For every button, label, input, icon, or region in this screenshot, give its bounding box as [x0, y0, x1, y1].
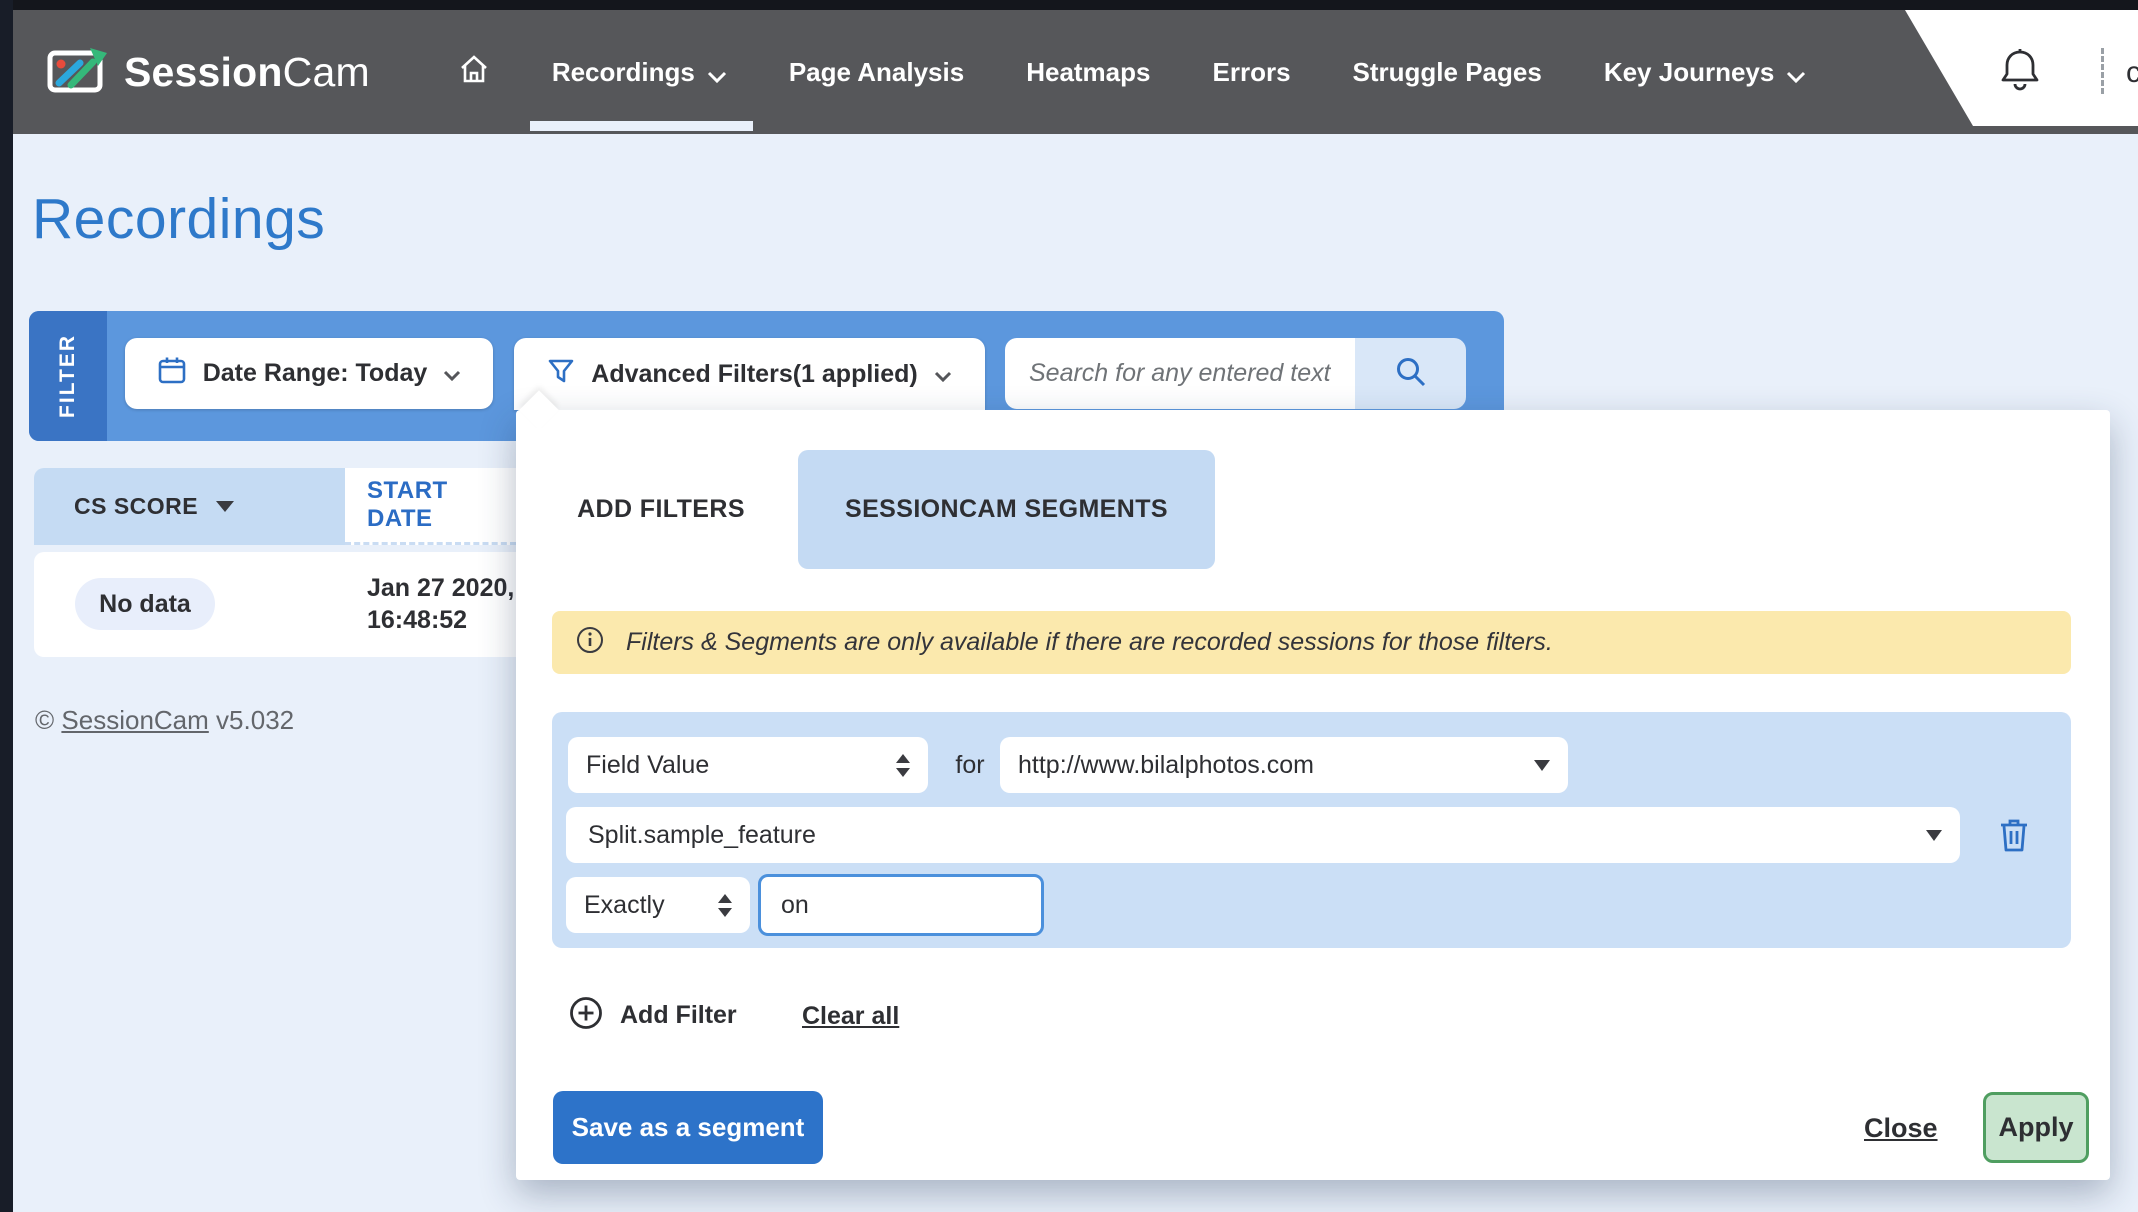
- sessioncam-logo[interactable]: SessionCam: [46, 44, 370, 101]
- field-type-select[interactable]: Field Value: [568, 737, 928, 793]
- nav-page-analysis[interactable]: Page Analysis: [789, 57, 964, 88]
- column-header-cs-score[interactable]: CS SCORE: [34, 468, 345, 545]
- delete-filter-button[interactable]: [1990, 812, 2038, 860]
- window-top-edge: [0, 0, 2138, 10]
- search-icon: [1394, 355, 1428, 392]
- clear-all-link[interactable]: Clear all: [802, 1002, 899, 1031]
- search-button[interactable]: [1355, 338, 1466, 409]
- tab-sessioncam-segments[interactable]: SESSIONCAM SEGMENTS: [798, 450, 1215, 569]
- filter-group: Field Value for http://www.bilalphotos.c…: [552, 712, 2071, 948]
- operator-select[interactable]: Exactly: [566, 877, 750, 933]
- funnel-icon: [547, 357, 575, 392]
- start-date-cell: Jan 27 2020, 16:48:52: [367, 572, 514, 636]
- home-icon: [458, 54, 490, 91]
- info-banner: Filters & Segments are only available if…: [552, 611, 2071, 674]
- add-filter-button[interactable]: Add Filter: [568, 995, 737, 1036]
- for-label: for: [948, 737, 992, 793]
- chevron-down-icon: [707, 59, 727, 90]
- column-header-start-date[interactable]: START DATE: [345, 468, 516, 545]
- sort-desc-icon: [216, 501, 234, 512]
- advanced-filters-label: Advanced Filters(1 applied): [591, 360, 917, 389]
- nav-key-journeys[interactable]: Key Journeys: [1604, 55, 1807, 90]
- app-window: SessionCam Recordings: [0, 0, 2138, 1212]
- date-range-button[interactable]: Date Range: Today: [125, 338, 493, 409]
- select-stepper-icon: [896, 754, 910, 777]
- close-link[interactable]: Close: [1864, 1113, 1938, 1144]
- dropdown-arrow-icon: [1926, 830, 1942, 841]
- field-select[interactable]: Split.sample_feature: [566, 807, 1960, 863]
- nav-recordings-label: Recordings: [552, 57, 695, 88]
- footer: © SessionCam v5.032: [35, 705, 294, 736]
- search-input[interactable]: [1005, 338, 1355, 409]
- save-segment-button[interactable]: Save as a segment: [553, 1091, 823, 1164]
- nav-struggle-pages[interactable]: Struggle Pages: [1353, 57, 1542, 88]
- nav-home[interactable]: [458, 54, 490, 91]
- cs-score-badge: No data: [75, 578, 215, 630]
- nav-errors[interactable]: Errors: [1212, 57, 1290, 88]
- sessioncam-logo-icon: [46, 44, 110, 101]
- filter-value-input[interactable]: [758, 874, 1044, 936]
- date-range-label: Date Range: Today: [203, 359, 428, 388]
- tab-add-filters[interactable]: ADD FILTERS: [541, 450, 781, 569]
- site-select[interactable]: http://www.bilalphotos.com: [1000, 737, 1568, 793]
- nav-heatmaps[interactable]: Heatmaps: [1026, 57, 1150, 88]
- calendar-icon: [157, 355, 187, 392]
- chevron-down-icon: [443, 359, 461, 388]
- table-row[interactable]: No data Jan 27 2020, 16:48:52: [34, 552, 516, 657]
- page-title: Recordings: [32, 186, 325, 252]
- top-nav: SessionCam Recordings: [0, 10, 2138, 134]
- chevron-down-icon: [1786, 59, 1806, 90]
- user-area-wedge: c: [1905, 10, 2138, 126]
- chevron-down-icon: [934, 360, 952, 389]
- brand-name: SessionCam: [124, 49, 370, 96]
- nav-active-indicator: [530, 121, 753, 131]
- footer-brand-link[interactable]: SessionCam: [61, 705, 208, 735]
- dropdown-arrow-icon: [1534, 760, 1550, 771]
- notifications-bell-icon[interactable]: [2001, 48, 2039, 97]
- window-left-edge: [0, 0, 13, 1212]
- banner-text: Filters & Segments are only available if…: [626, 628, 1553, 657]
- user-menu-text[interactable]: c: [2126, 56, 2138, 90]
- plus-circle-icon: [568, 995, 604, 1036]
- info-icon: [576, 626, 604, 659]
- trash-icon: [1998, 817, 2030, 856]
- divider: [2101, 48, 2104, 94]
- advanced-filters-panel: ADD FILTERS SESSIONCAM SEGMENTS Filters …: [516, 410, 2110, 1180]
- nav-recordings[interactable]: Recordings: [552, 55, 727, 90]
- select-stepper-icon: [718, 894, 732, 917]
- apply-button[interactable]: Apply: [1983, 1092, 2089, 1163]
- advanced-filters-button[interactable]: Advanced Filters(1 applied): [514, 338, 985, 410]
- filter-bar-tab[interactable]: FILTER: [29, 311, 107, 441]
